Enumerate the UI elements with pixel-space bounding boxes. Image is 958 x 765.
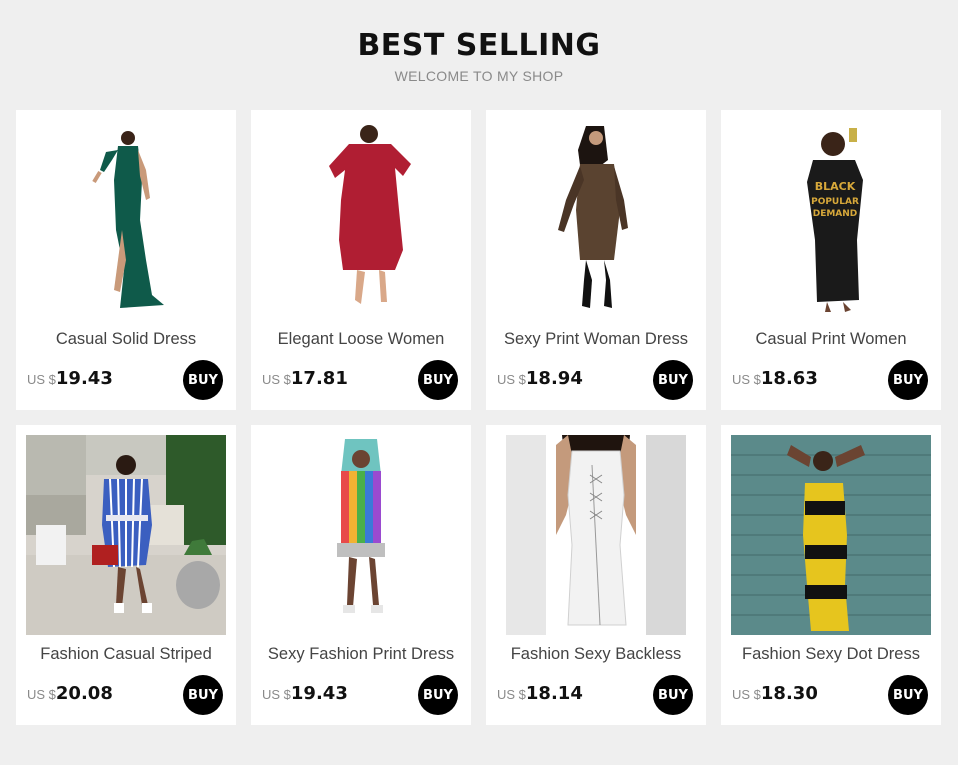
- product-image[interactable]: [26, 120, 226, 320]
- product-price: US $19.43: [27, 368, 113, 389]
- product-name[interactable]: Fashion Casual Striped: [16, 645, 236, 664]
- page-title: BEST SELLING: [357, 28, 601, 63]
- product-image[interactable]: BLACK POPULAR DEMAND: [731, 120, 931, 320]
- price-currency: US $: [27, 687, 56, 702]
- price-currency: US $: [732, 687, 761, 702]
- buy-button[interactable]: BUY: [418, 675, 458, 715]
- svg-text:DEMAND: DEMAND: [813, 209, 858, 219]
- product-image[interactable]: [261, 120, 461, 320]
- price-amount: 18.94: [525, 368, 583, 389]
- product-image[interactable]: [731, 435, 931, 635]
- product-card[interactable]: Fashion Sexy Dot Dress US $18.30 BUY: [721, 425, 941, 725]
- price-amount: 17.81: [290, 368, 348, 389]
- buy-button[interactable]: BUY: [888, 360, 928, 400]
- product-image[interactable]: [496, 120, 696, 320]
- price-currency: US $: [262, 687, 291, 702]
- price-currency: US $: [27, 372, 56, 387]
- price-currency: US $: [262, 372, 291, 387]
- price-currency: US $: [732, 372, 761, 387]
- product-card[interactable]: Elegant Loose Women US $17.81 BUY: [251, 110, 471, 410]
- product-card[interactable]: Sexy Fashion Print Dress US $19.43 BUY: [251, 425, 471, 725]
- product-name[interactable]: Sexy Print Woman Dress: [486, 330, 706, 349]
- price-currency: US $: [497, 372, 526, 387]
- price-amount: 18.14: [525, 683, 583, 704]
- product-name[interactable]: Fashion Sexy Dot Dress: [721, 645, 941, 664]
- buy-button[interactable]: BUY: [653, 360, 693, 400]
- buy-button[interactable]: BUY: [183, 360, 223, 400]
- product-grid: Casual Solid Dress US $19.43 BUY Elegant…: [16, 110, 941, 725]
- price-amount: 19.43: [55, 368, 113, 389]
- product-name[interactable]: Fashion Sexy Backless: [486, 645, 706, 664]
- svg-text:BLACK: BLACK: [815, 180, 856, 193]
- product-image[interactable]: [496, 435, 696, 635]
- product-card[interactable]: Fashion Casual Striped US $20.08 BUY: [16, 425, 236, 725]
- product-price: US $18.63: [732, 368, 818, 389]
- price-amount: 18.63: [760, 368, 818, 389]
- page-header: BEST SELLING WELCOME TO MY SHOP: [0, 0, 958, 84]
- product-price: US $18.94: [497, 368, 583, 389]
- product-name[interactable]: Elegant Loose Women: [251, 330, 471, 349]
- svg-text:POPULAR: POPULAR: [811, 197, 859, 207]
- product-price: US $19.43: [262, 683, 348, 704]
- price-currency: US $: [497, 687, 526, 702]
- page-subtitle: WELCOME TO MY SHOP: [394, 68, 564, 84]
- product-price: US $20.08: [27, 683, 113, 704]
- product-card[interactable]: Sexy Print Woman Dress US $18.94 BUY: [486, 110, 706, 410]
- product-image[interactable]: [26, 435, 226, 635]
- buy-button[interactable]: BUY: [653, 675, 693, 715]
- product-name[interactable]: Casual Print Women: [721, 330, 941, 349]
- product-card[interactable]: Casual Solid Dress US $19.43 BUY: [16, 110, 236, 410]
- price-amount: 19.43: [290, 683, 348, 704]
- buy-button[interactable]: BUY: [183, 675, 223, 715]
- product-price: US $18.14: [497, 683, 583, 704]
- product-price: US $18.30: [732, 683, 818, 704]
- price-amount: 20.08: [55, 683, 113, 704]
- price-amount: 18.30: [760, 683, 818, 704]
- product-name[interactable]: Sexy Fashion Print Dress: [251, 645, 471, 664]
- product-image[interactable]: [261, 435, 461, 635]
- product-name[interactable]: Casual Solid Dress: [16, 330, 236, 349]
- buy-button[interactable]: BUY: [888, 675, 928, 715]
- product-price: US $17.81: [262, 368, 348, 389]
- product-card[interactable]: BLACK POPULAR DEMAND Casual Print Women …: [721, 110, 941, 410]
- buy-button[interactable]: BUY: [418, 360, 458, 400]
- product-card[interactable]: Fashion Sexy Backless US $18.14 BUY: [486, 425, 706, 725]
